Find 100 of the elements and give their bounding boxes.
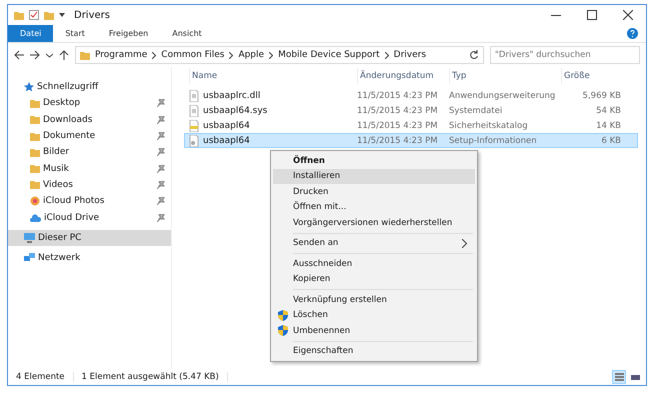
menu-item[interactable]: Eigenschaften: [273, 344, 475, 359]
menu-item[interactable]: Öffnen mit...: [273, 200, 475, 215]
close-icon[interactable]: [623, 10, 633, 20]
breadcrumb[interactable]: Common Files: [161, 50, 224, 60]
up-arrow-icon[interactable]: [59, 50, 69, 60]
certificate-icon: [189, 120, 199, 132]
pin-icon[interactable]: [157, 132, 165, 140]
folder-icon: [44, 10, 54, 20]
chevron-icon: [152, 52, 156, 58]
folder-icon: [14, 10, 24, 20]
menu-item[interactable]: Verknüpfung erstellen: [273, 292, 475, 308]
computer-icon: [24, 232, 35, 243]
help-icon[interactable]: [627, 28, 638, 39]
photos-icon: [30, 196, 40, 206]
file-row[interactable]: usbaapl64.sys 11/5/2015 4:23 PM Systemdatei 54 KB: [184, 103, 638, 118]
date-cell-text: 11/5/2015 4:23 PM: [357, 106, 439, 116]
window-title: Drivers: [74, 10, 110, 20]
selection-info: 1 Element ausgewählt (5.47 KB): [82, 372, 228, 382]
sidebar-item[interactable]: Schnellzugriff: [8, 79, 171, 96]
forward-arrow-icon[interactable]: [30, 50, 40, 60]
cloud-icon: [30, 214, 41, 222]
sidebar-item[interactable]: Netzwerk: [8, 250, 171, 266]
dropdown-caret-icon[interactable]: [59, 13, 65, 17]
date-cell-text: 11/5/2015 4:23 PM: [357, 120, 439, 130]
ribbon-tab[interactable]: Datei: [8, 25, 54, 42]
list-icon: [614, 372, 624, 382]
maximize-icon[interactable]: [587, 10, 597, 20]
column-header[interactable]: Änderungsdatum: [357, 68, 449, 84]
chevron-icon: [269, 52, 274, 58]
sidebar-item[interactable]: Downloads: [8, 112, 171, 128]
star-icon: [24, 82, 34, 92]
menu-item[interactable]: Kopieren: [273, 272, 475, 287]
details-view-button[interactable]: [612, 370, 626, 384]
file-row[interactable]: usbaapl64 11/5/2015 4:23 PM Sicherheitskatalog 14 KB: [184, 118, 638, 133]
minimize-icon[interactable]: [551, 14, 561, 16]
refresh-icon[interactable]: [469, 50, 479, 60]
menu-item[interactable]: Löschen: [273, 308, 475, 323]
address-bar[interactable]: Programme Common Files Apple Mobile Device Support Drivers: [75, 46, 484, 64]
pin-icon[interactable]: [157, 148, 165, 156]
date-cell-text: 11/5/2015 4:23 PM: [357, 90, 439, 100]
sidebar-item[interactable]: Videos: [8, 176, 171, 194]
menu-item[interactable]: Vorgängerversionen wiederherstellen: [273, 215, 475, 230]
type-cell-text: Anwendungserweiterung: [449, 90, 556, 100]
caret-icon[interactable]: [46, 52, 53, 58]
sidebar-item[interactable]: Musik: [8, 160, 171, 177]
back-arrow-icon[interactable]: [14, 50, 24, 60]
pin-icon[interactable]: [157, 197, 165, 206]
file-name: usbaapl64: [203, 136, 250, 146]
ribbon-tab[interactable]: Freigeben: [96, 25, 160, 42]
breadcrumb[interactable]: Mobile Device Support: [278, 50, 380, 60]
column-header[interactable]: Name: [189, 68, 357, 84]
size-cell-text: 5,969 KB: [582, 90, 621, 100]
network-icon: [24, 253, 35, 264]
sidebar-item[interactable]: iCloud Photos: [8, 193, 171, 210]
sidebar-item[interactable]: iCloud Drive: [8, 209, 171, 226]
sidebar-item[interactable]: Bilder: [8, 144, 171, 160]
file-icon: [189, 90, 199, 102]
menu-item[interactable]: Installieren: [273, 168, 475, 184]
chevron-icon: [229, 52, 234, 58]
properties-icon[interactable]: [29, 10, 39, 20]
ribbon-tab[interactable]: Start: [53, 25, 97, 42]
file-name: usbaapl64.sys: [203, 106, 268, 116]
pin-icon[interactable]: [157, 164, 165, 173]
shield-icon: [278, 310, 288, 321]
pin-icon[interactable]: [157, 99, 165, 108]
column-header[interactable]: Typ: [449, 68, 561, 84]
menu-item[interactable]: Umbenennen: [273, 323, 475, 338]
search-field[interactable]: "Drivers" durchsuchen: [490, 46, 640, 64]
sidebar-item[interactable]: Dokumente: [8, 128, 171, 144]
folder-icon: [80, 50, 90, 60]
pin-icon[interactable]: [157, 116, 165, 124]
item-count: 4 Elemente: [16, 372, 74, 382]
type-cell-text: Sicherheitskatalog: [449, 120, 529, 130]
file-row[interactable]: usbaaplrc.dll 11/5/2015 4:23 PM Anwendungserweiterung 5,969 KB: [184, 88, 638, 103]
shield-icon: [278, 325, 288, 336]
pin-icon[interactable]: [157, 180, 165, 189]
file-name: usbaapl64: [203, 120, 250, 130]
date-cell-text: 11/5/2015 4:23 PM: [357, 136, 439, 146]
type-cell-text: Systemdatei: [449, 106, 504, 116]
file-icon: [189, 104, 199, 116]
pin-icon[interactable]: [157, 214, 165, 222]
breadcrumb[interactable]: Programme: [95, 50, 148, 60]
breadcrumb[interactable]: Drivers: [394, 50, 426, 60]
column-header[interactable]: Größe: [561, 68, 621, 84]
menu-item[interactable]: Ausschneiden: [273, 256, 475, 272]
size-cell-text: 6 KB: [600, 136, 621, 146]
settings-file-icon: [189, 134, 199, 146]
breadcrumb[interactable]: Apple: [238, 50, 264, 60]
tiles-icon: [630, 372, 640, 382]
file-row[interactable]: usbaapl64 11/5/2015 4:23 PM Setup-Informationen 6 KB: [184, 133, 638, 148]
menu-item[interactable]: Senden an: [273, 236, 475, 251]
sidebar-item[interactable]: Dieser PC: [8, 230, 171, 246]
type-cell-text: Setup-Informationen: [449, 136, 538, 146]
menu-item[interactable]: Öffnen: [273, 153, 475, 168]
size-cell-text: 54 KB: [595, 106, 621, 116]
chevron-icon: [384, 52, 389, 58]
menu-item[interactable]: Drucken: [273, 184, 475, 200]
ribbon-tab[interactable]: Ansicht: [160, 25, 214, 42]
file-name: usbaaplrc.dll: [203, 90, 260, 100]
sidebar-item[interactable]: Desktop: [8, 95, 171, 112]
